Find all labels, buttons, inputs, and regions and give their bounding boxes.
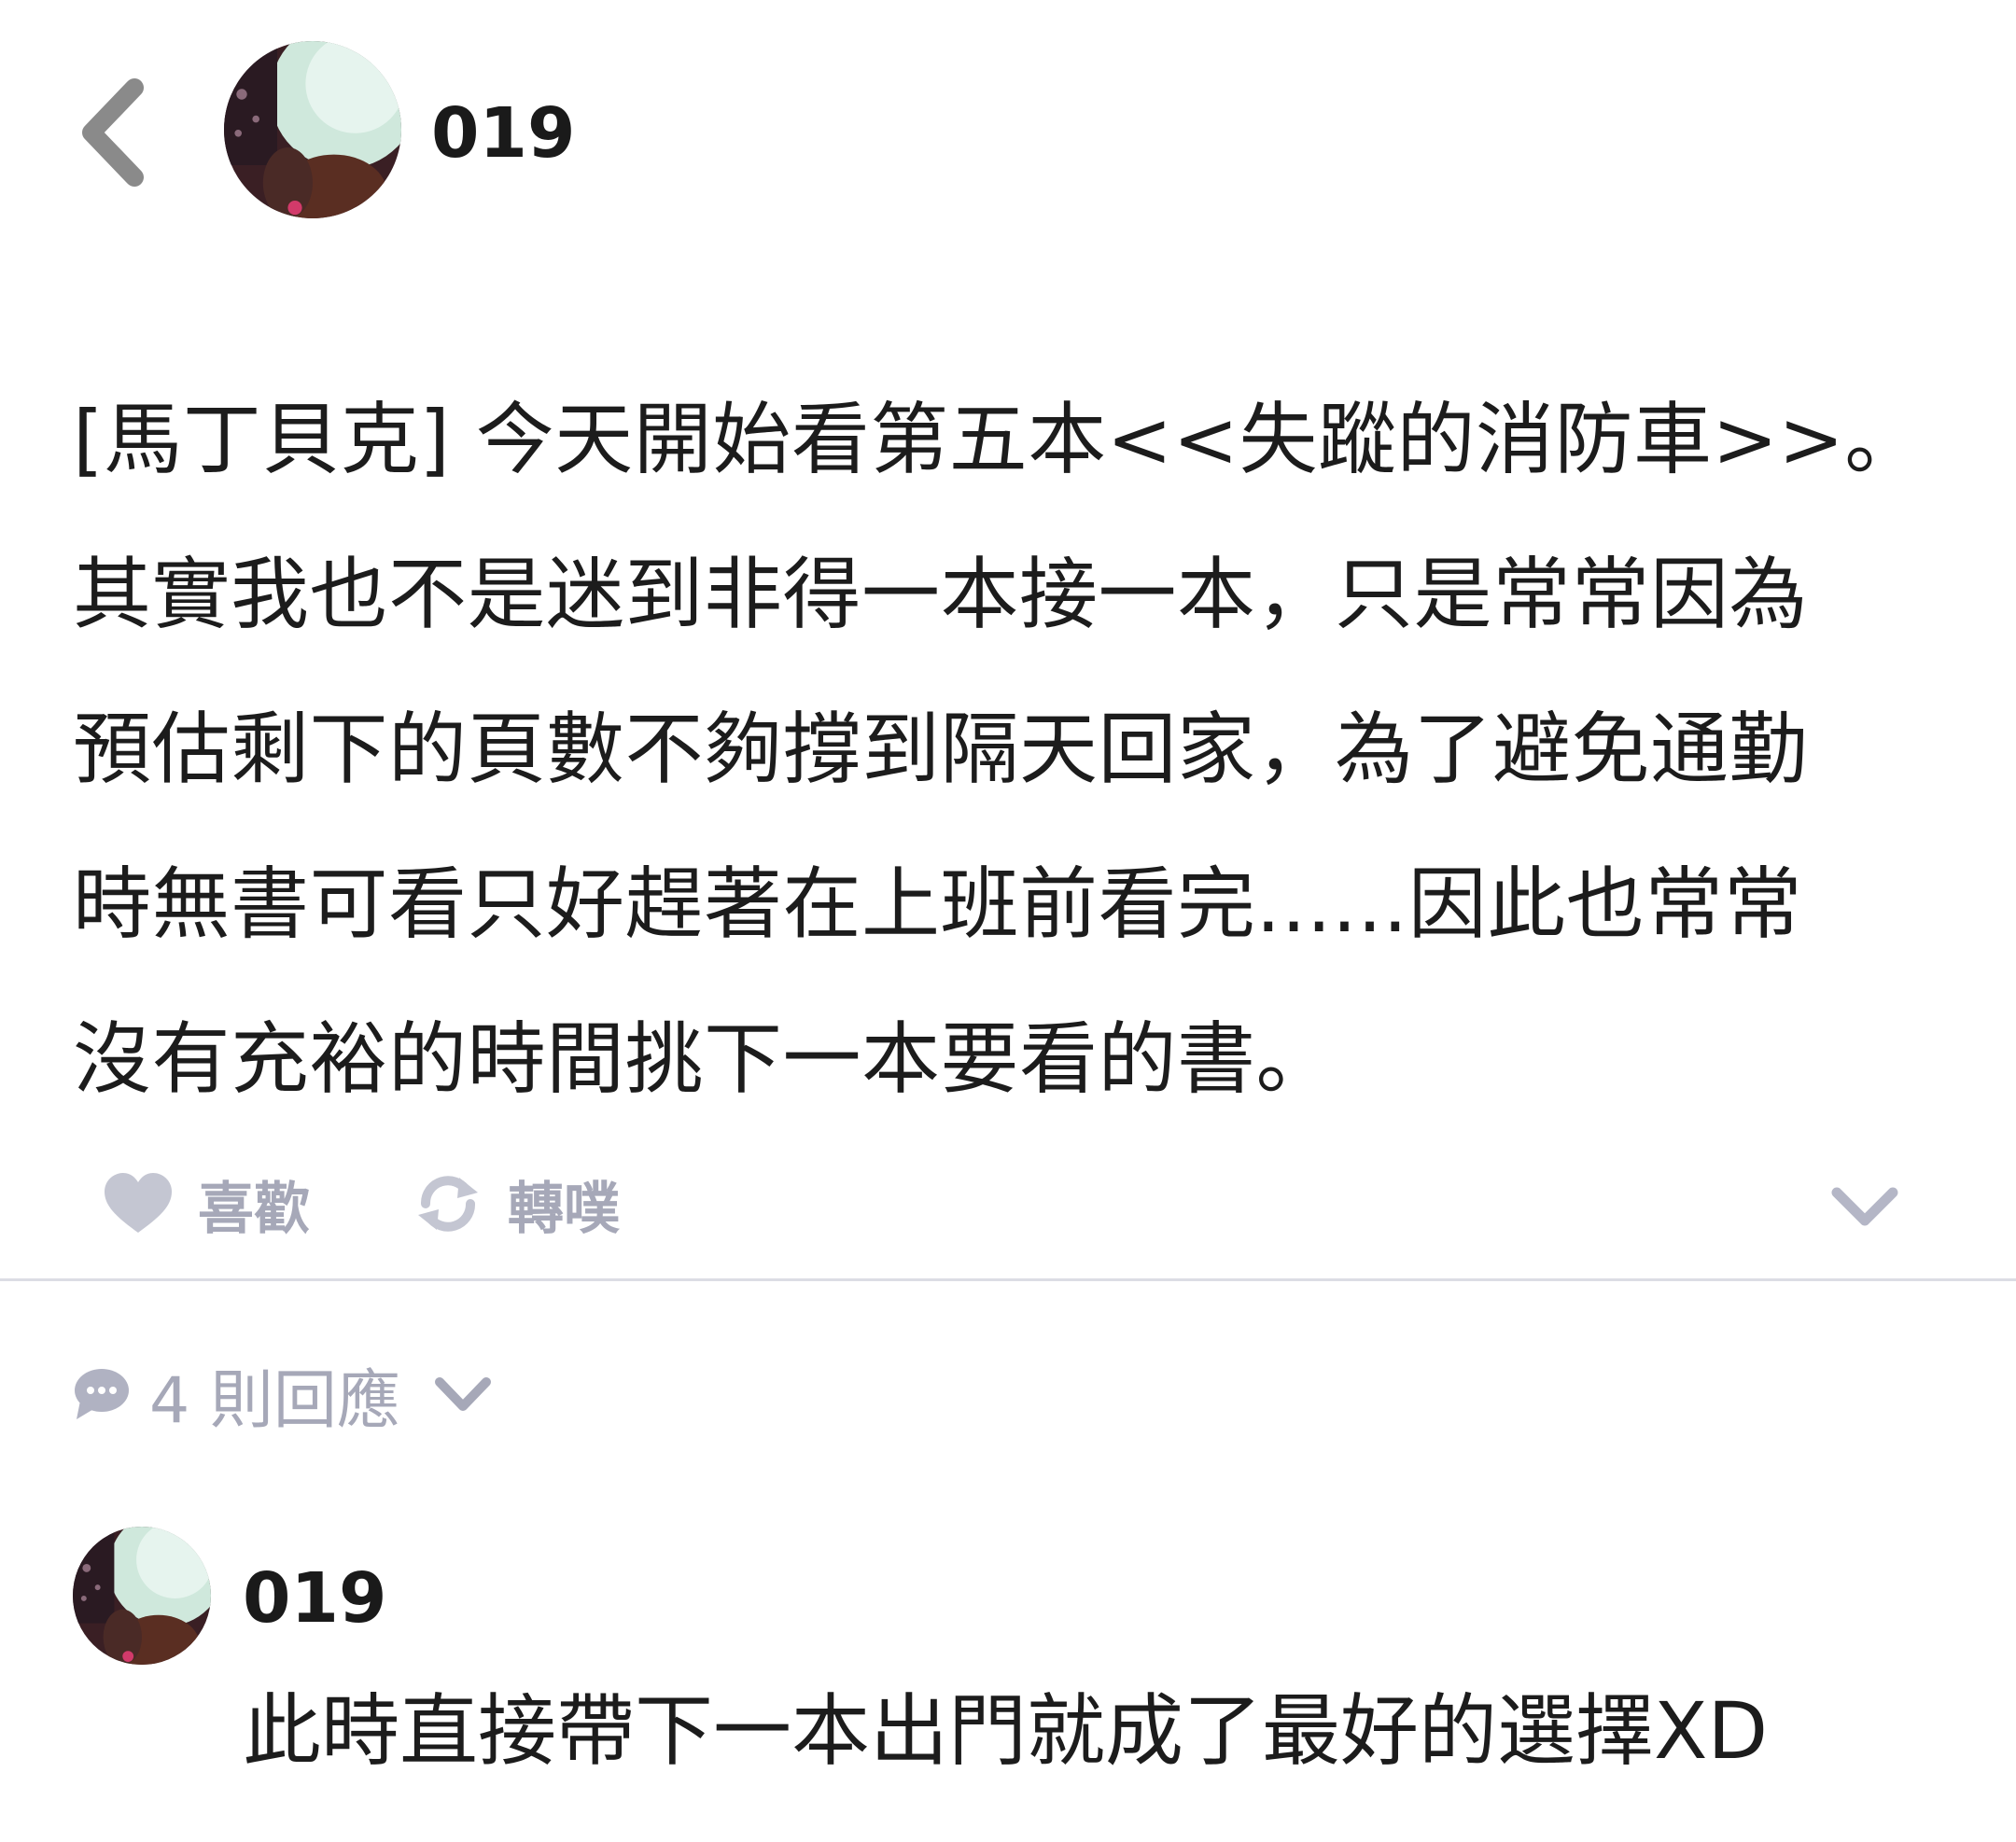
comment-text: 此時直接帶下一本出門就成了最好的選擇XD — [243, 1685, 1769, 1777]
more-options-button[interactable] — [1827, 1168, 1902, 1243]
post-line: 預估剩下的頁數不夠撐到隔天回家，為了避免通勤 — [73, 704, 1809, 795]
post-line: 其實我也不是迷到非得一本接一本，只是常常因為 — [73, 549, 1809, 640]
back-button[interactable] — [73, 75, 157, 190]
post-header: 019 — [0, 0, 2016, 271]
chevron-down-icon — [1831, 1187, 1898, 1226]
heart-icon — [105, 1173, 172, 1233]
avatar-image — [73, 1527, 211, 1665]
responses-toggle[interactable]: 4 則回應 — [73, 1349, 494, 1439]
chevron-down-icon — [434, 1377, 491, 1411]
avatar-image — [224, 41, 401, 218]
post-line: 沒有充裕的時間挑下一本要看的書。 — [73, 1013, 1336, 1105]
username[interactable]: 019 — [431, 91, 575, 175]
replurk-icon — [418, 1176, 478, 1232]
post-line: 時無書可看只好趕著在上班前看完......因此也常常 — [73, 858, 1803, 950]
post-actions: 喜歡 轉噗 — [0, 1157, 2016, 1250]
divider — [0, 1278, 2016, 1281]
replurk-label: 轉噗 — [508, 1176, 620, 1242]
back-icon — [82, 78, 144, 187]
comment-avatar[interactable] — [73, 1527, 211, 1665]
avatar[interactable] — [224, 41, 401, 218]
comment-username[interactable]: 019 — [243, 1556, 386, 1640]
like-button[interactable]: 喜歡 — [103, 1157, 310, 1250]
replurk-button[interactable]: 轉噗 — [413, 1157, 620, 1250]
responses-count: 4 則回應 — [149, 1363, 400, 1438]
post-line: [馬丁貝克] 今天開始看第五本<<失蹤的消防車>>。 — [73, 394, 1924, 485]
like-label: 喜歡 — [198, 1176, 310, 1242]
speech-bubble-icon — [75, 1369, 129, 1419]
post-content: [馬丁貝克] 今天開始看第五本<<失蹤的消防車>>。 其實我也不是迷到非得一本接… — [73, 362, 1949, 1137]
